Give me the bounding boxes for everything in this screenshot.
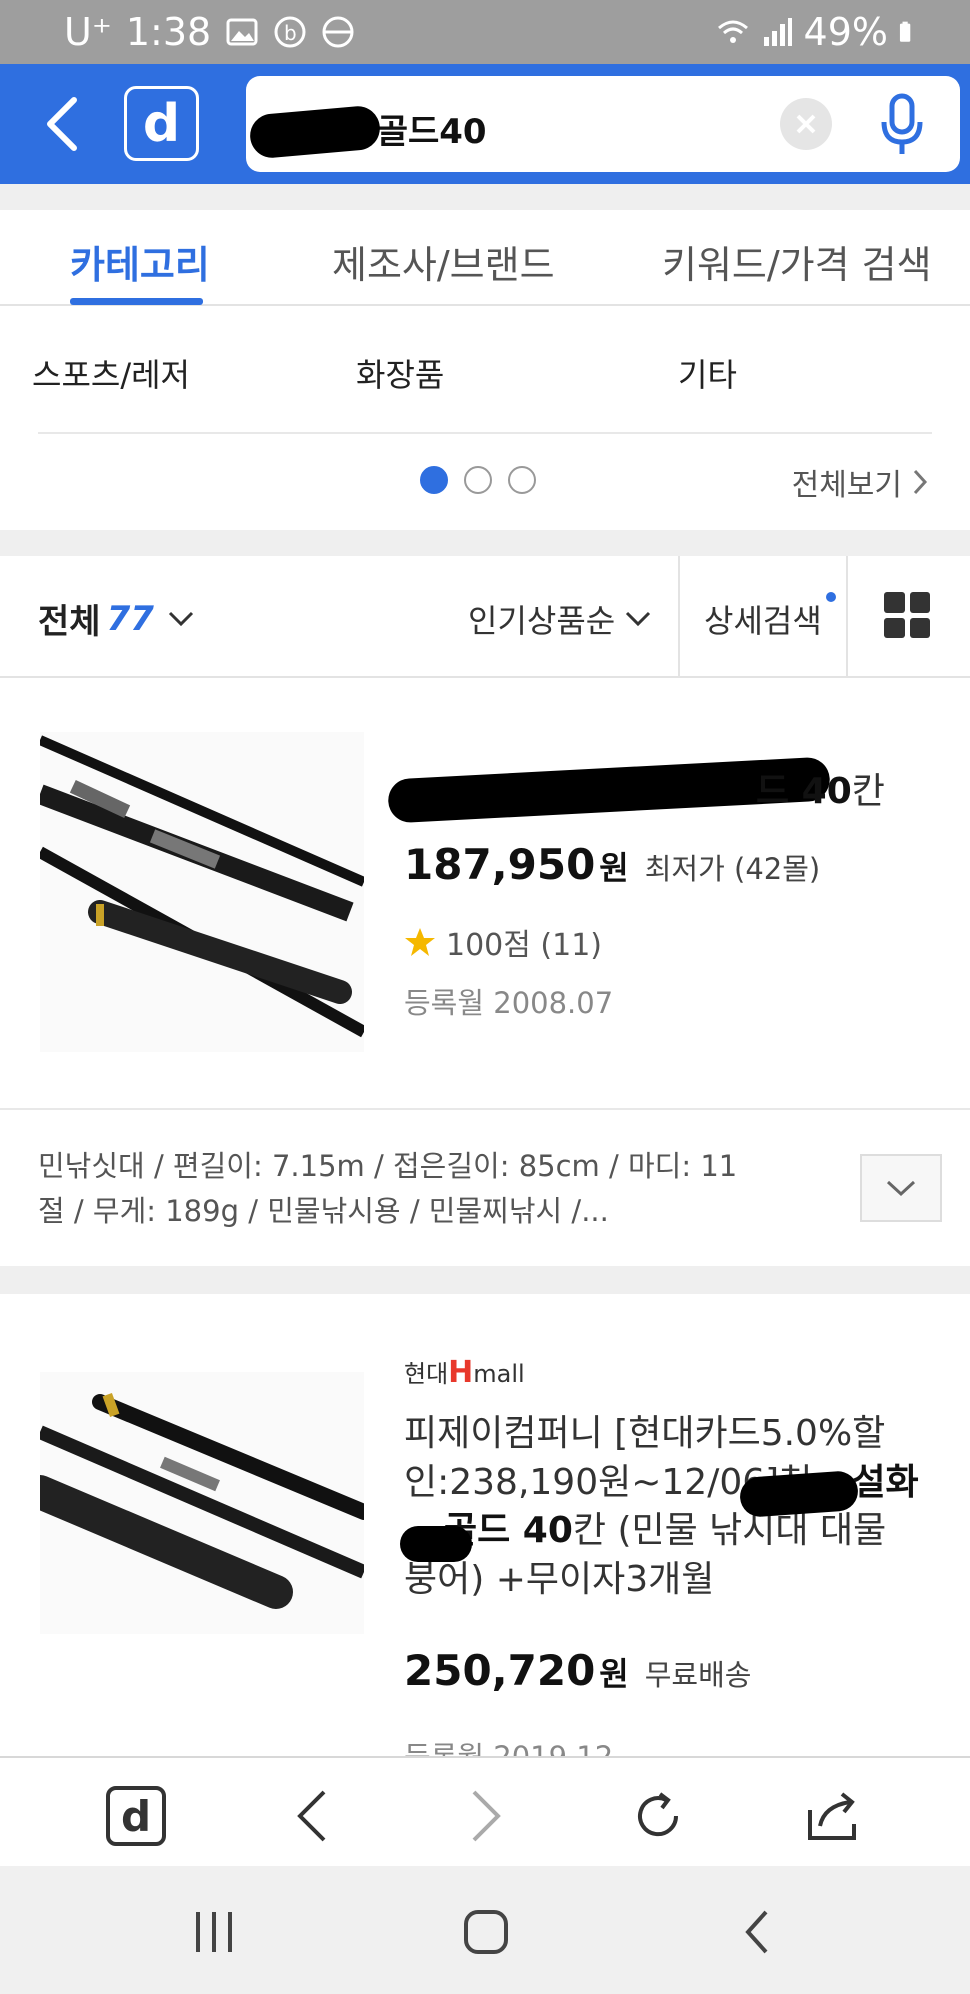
section-gap [0,1266,970,1294]
tab-category[interactable]: 카테고리 [70,234,210,289]
chevron-down-icon [626,611,651,627]
forward-icon[interactable] [454,1786,514,1846]
view-all-label: 전체보기 [791,468,902,503]
view-all-link[interactable]: 전체보기 [792,460,930,504]
sort-label: 인기상품순 [468,602,616,640]
star-icon [405,928,435,956]
price-value: 187,950 [404,840,596,889]
product-price: 187,950 원 최저가 (42몰) [404,840,820,889]
b-app-icon: b [274,16,306,48]
clear-search-button[interactable] [780,98,832,150]
point-app-icon [322,16,354,48]
system-navigation-bar [0,1866,970,1994]
tab-brand[interactable]: 제조사/브랜드 [332,234,555,289]
tab-keyword-price[interactable]: 키워드/가격 검색 [662,234,932,289]
signal-icon [763,18,792,46]
product-spec: 민낚싯대 / 편길이: 7.15m / 접은길이: 85cm / 마디: 11절… [38,1149,738,1228]
product-title-bold: 드 40 [756,771,852,812]
product-price: 250,720 원 무료배송 [404,1646,751,1695]
shop-suffix: mall [473,1360,525,1388]
product-title-line-3: 골드 40칸 (민물 낚시대 대물 [404,1507,944,1556]
redaction-mark [400,1526,472,1562]
shipping-note: 무료배송 [644,1658,752,1692]
category-cosmetics[interactable]: 화장품 [356,350,444,396]
recent-apps-icon[interactable] [184,1902,244,1962]
battery-icon [899,21,911,42]
price-note: 최저가 (42몰) [644,852,821,886]
shop-h: H [448,1355,474,1390]
category-etc[interactable]: 기타 [678,350,737,396]
svg-text:b: b [284,21,297,45]
rating-text: 100점 (11) [446,928,602,963]
product-title-line: 피제이컴퍼니 [현대카드5.0%할 [404,1413,886,1454]
divider [0,1108,970,1110]
section-gap [0,530,970,556]
search-header: d 골드40 [0,64,970,184]
shop-prefix: 현대 [404,1360,449,1388]
battery-percent: 49% [803,10,888,54]
category-tabs: 카테고리 제조사/브랜드 키워드/가격 검색 [0,210,970,306]
browser-toolbar: d [0,1756,970,1866]
chevron-down-icon [168,611,193,626]
total-label: 전체 [38,602,101,642]
detail-search-button[interactable]: 상세검색 [704,592,836,642]
sort-dropdown[interactable]: 인기상품순 [468,596,653,642]
product-title-line: 붕어) +무이자3개월 [404,1558,715,1600]
expand-spec-button[interactable] [860,1154,942,1222]
status-bar: U⁺ 1:38 b 49% [0,0,970,64]
product-title-tail: 칸 [851,771,885,812]
price-value: 250,720 [404,1646,596,1695]
refresh-icon[interactable] [628,1786,688,1846]
total-count: 77 [106,598,154,639]
home-logo-button[interactable]: d [106,1786,166,1846]
microphone-icon[interactable] [876,92,928,158]
price-unit: 원 [599,849,629,887]
product-image[interactable] [40,1372,364,1634]
detail-search-label: 상세검색 [704,602,822,640]
filter-bar: 전체 77 인기상품순 상세검색 [0,556,970,678]
search-input[interactable]: 골드40 [246,76,960,172]
product-title[interactable]: 드 40칸 [756,768,885,817]
active-tab-indicator [70,298,203,305]
close-icon [796,114,816,134]
product-title-tail: 칸 (민물 낚시대 대물 [572,1510,887,1552]
redaction-mark [738,1469,860,1519]
divider [38,432,932,434]
back-arrow-icon[interactable] [34,92,90,156]
clock: 1:38 [125,10,212,54]
wifi-icon [717,20,748,43]
daum-logo[interactable]: d [124,86,199,161]
product-title[interactable]: 피제이컴퍼니 [현대카드5.0%할 인:238,190원~12/06]천 설화 골… [404,1410,944,1604]
gallery-icon [226,18,258,46]
product-image[interactable] [40,732,364,1052]
grid-view-icon[interactable] [884,592,930,638]
page-dot[interactable] [464,466,492,494]
total-filter-dropdown[interactable]: 전체 77 [38,594,196,643]
page-dot[interactable] [420,466,448,494]
divider [846,556,848,678]
section-gap [0,184,970,210]
divider [678,556,680,678]
page-dot[interactable] [508,466,536,494]
shop-logo: 현대Hmall [404,1354,525,1390]
product-title-line-2: 인:238,190원~12/06]천 설화 [404,1459,944,1508]
share-icon[interactable] [802,1786,862,1846]
price-unit: 원 [599,1655,629,1693]
page-indicator [420,466,536,494]
chevron-right-icon [913,469,928,495]
home-icon[interactable] [456,1902,516,1962]
system-back-icon[interactable] [728,1902,788,1962]
category-sports[interactable]: 스포츠/레저 [32,350,190,396]
registration-date: 등록월 2008.07 [404,986,614,1020]
chevron-down-icon [886,1180,916,1197]
product-title-bold: 설화 [852,1461,919,1503]
carrier-label: U⁺ [64,10,112,54]
new-indicator-dot [825,592,836,602]
back-icon[interactable] [284,1786,344,1846]
product-rating: 100점 (11) [404,920,602,964]
